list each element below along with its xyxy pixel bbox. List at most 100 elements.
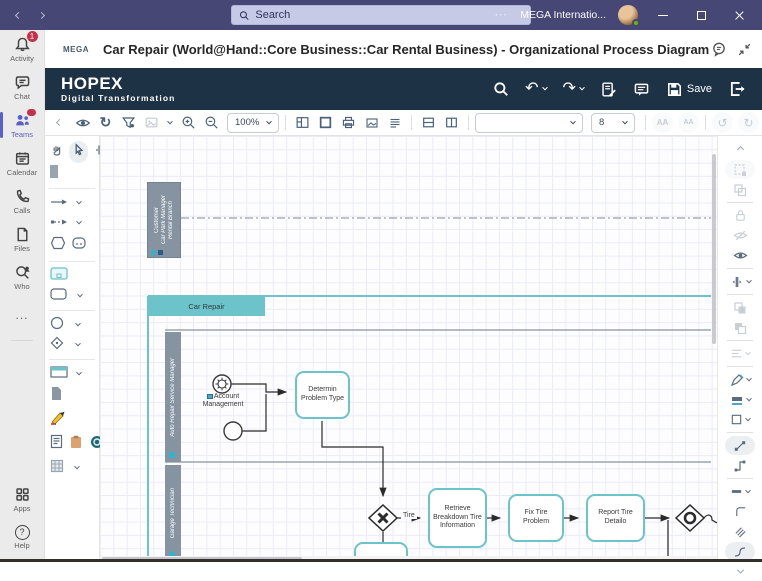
export-dropdown-icon[interactable]: [164, 112, 176, 133]
sidebar-item-calls[interactable]: Calls: [0, 182, 45, 220]
redo-button[interactable]: ↷: [563, 81, 585, 97]
task-fix-tire-problem[interactable]: Fix Tire Problem: [508, 494, 564, 542]
marquee-select-icon[interactable]: [725, 160, 755, 179]
picture-icon[interactable]: [361, 112, 382, 133]
exit-icon[interactable]: [728, 80, 746, 98]
stepped-connector-icon[interactable]: [733, 456, 747, 475]
task-dropdown[interactable]: [77, 291, 83, 298]
exclusive-gateway[interactable]: [367, 503, 399, 533]
lane-auto-repair-service-manager[interactable]: Auto Repair Service Manager: [165, 332, 181, 462]
task-report-tire-details[interactable]: Report Tire Detailo: [586, 494, 645, 542]
font-decrease-icon[interactable]: AA: [678, 112, 699, 133]
start-event[interactable]: [223, 421, 243, 441]
line-weight-icon[interactable]: [730, 482, 751, 501]
toolbar-collapse-icon[interactable]: [49, 112, 70, 133]
panel-scroll-up[interactable]: [736, 140, 744, 159]
canvas-vertical-scrollbar[interactable]: [712, 154, 716, 344]
zoom-out-icon[interactable]: [201, 112, 222, 133]
distribute-icon[interactable]: [730, 272, 752, 291]
close-button[interactable]: [726, 0, 752, 30]
font-family-dropdown[interactable]: [475, 112, 583, 133]
nav-back-icon[interactable]: [14, 11, 23, 19]
sequence-flow-icon[interactable]: [50, 194, 68, 212]
frame-icon[interactable]: [315, 112, 336, 133]
pen-style-icon[interactable]: [730, 370, 752, 389]
clipboard-icon[interactable]: [70, 435, 82, 454]
matrix-dropdown[interactable]: [74, 463, 80, 470]
event-dropdown[interactable]: [75, 320, 81, 327]
sidebar-item-apps[interactable]: Apps: [0, 480, 45, 518]
maximize-button[interactable]: [688, 0, 714, 30]
lane-shape-icon[interactable]: [50, 165, 58, 183]
align-icon[interactable]: [730, 344, 751, 363]
shape-style-icon[interactable]: [730, 410, 751, 429]
gateway-shape-icon[interactable]: [50, 336, 64, 355]
lock-icon[interactable]: [734, 206, 747, 225]
minimize-button[interactable]: [650, 0, 676, 30]
event-shape-icon[interactable]: [50, 316, 64, 335]
refresh-icon[interactable]: ↻: [95, 112, 116, 133]
task-retrieve-breakdown[interactable]: Retrieve Breakdown Tire Information: [428, 488, 487, 548]
annotation-tool-icon[interactable]: [50, 410, 66, 430]
filter-icon[interactable]: [118, 112, 139, 133]
message-flow-dropdown[interactable]: [76, 218, 82, 225]
hopex-search-icon[interactable]: [493, 81, 509, 97]
account-management-label[interactable]: Account Management: [192, 393, 254, 409]
sidebar-item-files[interactable]: Files: [0, 220, 45, 258]
split-vertical-icon[interactable]: [441, 112, 462, 133]
message-flow-icon[interactable]: [50, 214, 68, 232]
rotate-right-icon[interactable]: ↻: [738, 112, 759, 133]
fill-style-icon[interactable]: [730, 390, 752, 409]
inclusive-gateway[interactable]: [674, 503, 706, 533]
gateway-dropdown[interactable]: [75, 340, 81, 347]
flow-gateway2-out[interactable]: [703, 514, 717, 524]
corner-style-icon[interactable]: [734, 502, 747, 521]
undo-button[interactable]: ↶: [525, 81, 548, 97]
visibility-icon[interactable]: [72, 112, 93, 133]
flow-determine-to-gateway[interactable]: [321, 421, 387, 498]
sidebar-item-who[interactable]: Who: [0, 258, 45, 296]
user-avatar[interactable]: [618, 5, 640, 27]
sequence-flow-dropdown[interactable]: [76, 198, 82, 205]
split-horizontal-icon[interactable]: [418, 112, 439, 133]
hatch-style-icon[interactable]: [734, 522, 747, 541]
account-name[interactable]: MEGA Internatio...: [520, 9, 606, 21]
straight-connector-icon[interactable]: [725, 436, 755, 455]
font-increase-icon[interactable]: AA: [652, 112, 673, 133]
search-input[interactable]: [255, 9, 523, 21]
sidebar-item-calendar[interactable]: Calendar: [0, 144, 45, 182]
sidebar-item-more[interactable]: ...: [0, 296, 45, 334]
font-size-dropdown[interactable]: 8: [591, 112, 635, 133]
pan-tool-icon[interactable]: [50, 143, 64, 162]
sidebar-item-chat[interactable]: Chat: [0, 68, 45, 106]
lane-garage-technician[interactable]: Garage Technician: [165, 465, 181, 562]
eye-off-icon[interactable]: [733, 226, 748, 245]
process-shape-icon[interactable]: [50, 267, 68, 285]
sidebar-item-help[interactable]: ? Help: [0, 518, 45, 556]
sidebar-item-activity[interactable]: 1 Activity: [0, 30, 45, 68]
edit-document-icon[interactable]: [600, 81, 617, 98]
matrix-shape-icon[interactable]: [50, 459, 64, 478]
comment-icon[interactable]: [633, 81, 650, 98]
task-determine-problem-type[interactable]: Determin Problem Type: [295, 371, 350, 419]
external-pool[interactable]: Customer Car Park Manager Rental Branch: [147, 182, 181, 258]
send-to-back-icon[interactable]: [733, 318, 747, 337]
eye-icon[interactable]: [733, 246, 748, 265]
group-icon[interactable]: [733, 180, 747, 199]
bring-to-front-icon[interactable]: [733, 298, 747, 317]
document-lines-icon[interactable]: [50, 434, 63, 454]
zoom-level-dropdown[interactable]: 100%: [227, 112, 279, 133]
rounded-shape-icon[interactable]: [71, 235, 87, 256]
hexagon-shape-icon[interactable]: [50, 235, 66, 256]
text-lines-icon[interactable]: [384, 112, 405, 133]
layout-panel-icon[interactable]: [292, 112, 313, 133]
pool-dropdown[interactable]: [76, 369, 82, 376]
search-box[interactable]: [231, 5, 531, 25]
collapse-icon[interactable]: [737, 42, 752, 57]
data-object-icon[interactable]: [50, 386, 63, 406]
flow-label-tire[interactable]: Tire: [401, 512, 417, 519]
zoom-in-icon[interactable]: [178, 112, 199, 133]
rotate-left-icon[interactable]: ↺: [712, 112, 733, 133]
flow-account-to-determine[interactable]: [231, 383, 288, 396]
task-shape-icon[interactable]: [50, 287, 67, 305]
